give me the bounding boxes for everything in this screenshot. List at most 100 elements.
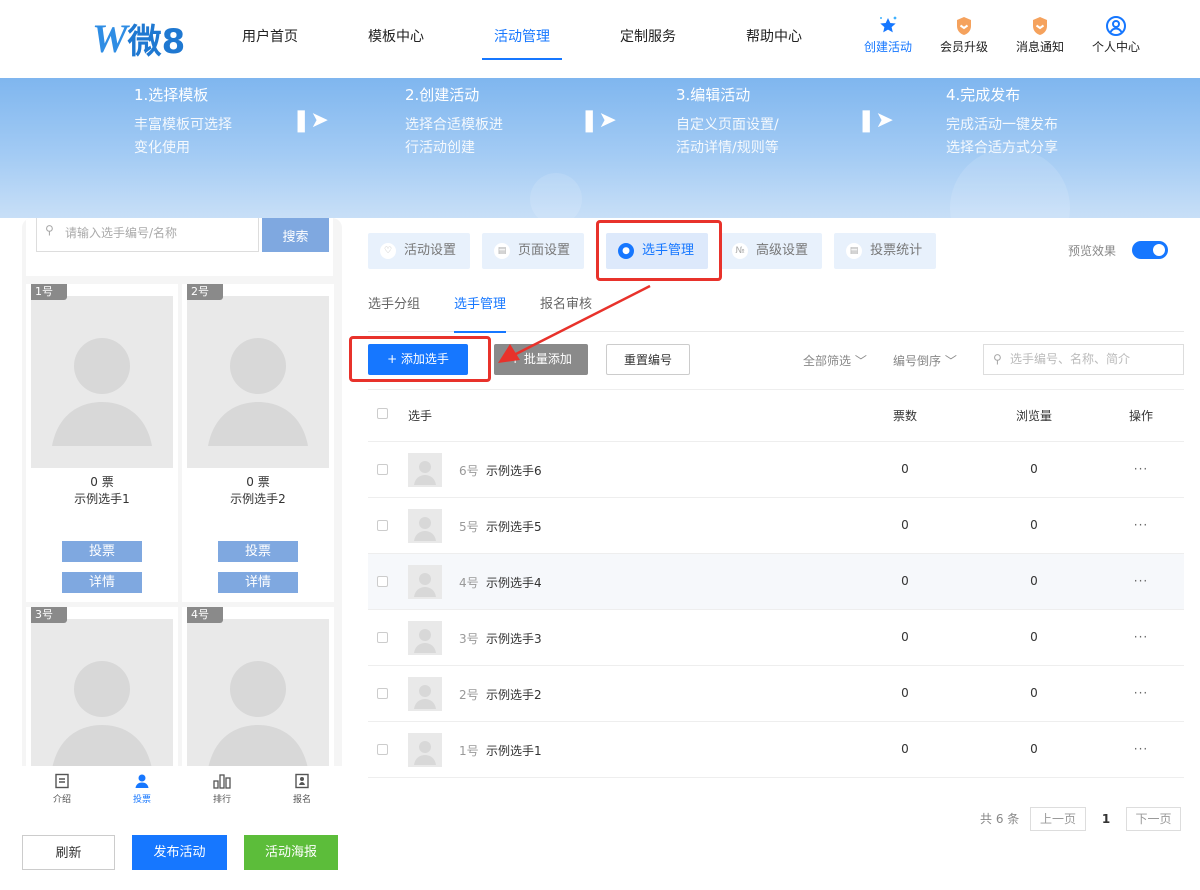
player-votes: 0 [901, 518, 909, 532]
player-photo-placeholder [31, 296, 173, 468]
tab-page-settings[interactable]: ▤ 页面设置 [482, 233, 585, 269]
more-actions-icon[interactable]: ··· [1126, 518, 1156, 532]
player-search-placeholder: 选手编号、名称、简介 [1010, 352, 1131, 366]
btab-intro-label: 介绍 [52, 795, 71, 805]
player-views: 0 [1030, 742, 1038, 756]
step-arrow-icon: ❚➤ [292, 108, 329, 133]
vote-button[interactable]: 投票 [62, 541, 142, 562]
nav-home[interactable]: 用户首页 [230, 0, 310, 78]
step-2: 2.创建活动 选择合适模板进 行活动创建 [405, 82, 503, 160]
logo[interactable]: W 微8 [92, 15, 186, 62]
player-vote-count: 0 票 [90, 475, 114, 489]
vote-button[interactable]: 投票 [218, 541, 298, 562]
player-number-badge: 3号 [31, 607, 67, 623]
prev-page-button[interactable]: 上一页 [1030, 807, 1086, 831]
btab-vote[interactable]: 投票 [102, 766, 182, 810]
logo-w-mark: W [92, 15, 128, 61]
activity-poster-button[interactable]: 活动海报 [244, 835, 338, 870]
tab-vote-stats[interactable]: ▤ 投票统计 [834, 233, 937, 269]
player-search-input[interactable]: ⚲ 选手编号、名称、简介 [983, 344, 1184, 375]
preview-search-input[interactable]: ⚲ 请输入选手编号/名称 [36, 218, 259, 252]
nav-custom-service[interactable]: 定制服务 [608, 0, 688, 78]
btab-intro[interactable]: 介绍 [22, 766, 102, 810]
detail-button[interactable]: 详情 [62, 572, 142, 593]
publish-activity-button[interactable]: 发布活动 [132, 835, 227, 870]
btab-signup[interactable]: 报名 [262, 766, 342, 810]
nav-activity-management[interactable]: 活动管理 [482, 0, 562, 78]
step-4: 4.完成发布 完成活动一键发布 选择合适方式分享 [946, 82, 1058, 160]
row-checkbox[interactable] [377, 576, 388, 587]
player-name: 示例选手1 [486, 744, 542, 758]
profile-link[interactable]: 个人中心 [1078, 14, 1154, 55]
logo-text: 微8 [127, 21, 186, 62]
refresh-button[interactable]: 刷新 [22, 835, 115, 870]
player-name: 示例选手5 [486, 520, 542, 534]
nav-help[interactable]: 帮助中心 [734, 0, 814, 78]
table-row[interactable]: 2号 示例选手2 0 0 ··· [368, 666, 1184, 722]
preview-effect-toggle[interactable] [1132, 241, 1168, 259]
avatar [408, 453, 442, 487]
nav-templates[interactable]: 模板中心 [356, 0, 436, 78]
player-card[interactable]: 2号 0 票 示例选手2 投票 详情 [182, 284, 334, 602]
player-name: 示例选手6 [486, 464, 542, 478]
filter-dropdown[interactable]: 全部筛选 ﹀ [803, 352, 867, 369]
player-views: 0 [1030, 462, 1038, 476]
annotation-highlight-box [596, 220, 722, 281]
more-actions-icon[interactable]: ··· [1126, 630, 1156, 644]
table-row[interactable]: 6号 示例选手6 0 0 ··· [368, 442, 1184, 498]
table-row[interactable]: 1号 示例选手1 0 0 ··· [368, 722, 1184, 778]
player-name: 示例选手2 [230, 492, 286, 506]
decor-bubble [530, 173, 582, 218]
player-views: 0 [1030, 518, 1038, 532]
create-activity-label: 创建活动 [863, 40, 912, 54]
pagination-total: 共 6 条 [980, 812, 1020, 826]
step-1: 1.选择模板 丰富模板可选择 变化使用 [134, 82, 232, 160]
table-row[interactable]: 4号 示例选手4 0 0 ··· [368, 554, 1184, 610]
select-all-checkbox[interactable] [377, 408, 388, 419]
more-actions-icon[interactable]: ··· [1126, 686, 1156, 700]
subtab-player-groups[interactable]: 选手分组 [368, 290, 420, 332]
current-page[interactable]: 1 [1100, 807, 1112, 831]
member-upgrade-link[interactable]: 会员升级 [926, 14, 1002, 55]
step-arrow-icon: ❚➤ [580, 108, 617, 133]
row-checkbox[interactable] [377, 688, 388, 699]
player-vote-info: 0 票 示例选手2 [182, 474, 334, 508]
player-vote-count: 0 票 [246, 475, 270, 489]
row-checkbox[interactable] [377, 744, 388, 755]
btab-ranking[interactable]: 排行 [182, 766, 262, 810]
preview-search-button[interactable]: 搜索 [262, 218, 329, 252]
table-row[interactable]: 5号 示例选手5 0 0 ··· [368, 498, 1184, 554]
tab-advanced-settings[interactable]: № 高级设置 [720, 233, 823, 269]
row-checkbox[interactable] [377, 520, 388, 531]
more-actions-icon[interactable]: ··· [1126, 574, 1156, 588]
signup-form-icon [262, 770, 342, 792]
table-row[interactable]: 3号 示例选手3 0 0 ··· [368, 610, 1184, 666]
sort-dropdown[interactable]: 编号倒序 ﹀ [893, 352, 957, 369]
search-icon: ⚲ [993, 352, 1002, 366]
tab-activity-settings[interactable]: ♡ 活动设置 [368, 233, 471, 269]
shield-badge-icon [926, 14, 1002, 38]
star-sparkle-icon [850, 14, 926, 38]
player-name: 示例选手3 [486, 632, 542, 646]
row-checkbox[interactable] [377, 632, 388, 643]
user-icon [102, 770, 182, 792]
more-actions-icon[interactable]: ··· [1126, 742, 1156, 756]
player-number: 1号 [459, 744, 479, 758]
document-icon [22, 770, 102, 792]
player-table: 选手 票数 浏览量 操作 6号 示例选手6 0 0 ··· 5号 示例选手5 0… [368, 390, 1184, 778]
player-card[interactable]: 1号 0 票 示例选手1 投票 详情 [26, 284, 178, 602]
player-name: 示例选手4 [486, 576, 542, 590]
more-actions-icon[interactable]: ··· [1126, 462, 1156, 476]
shield-badge-icon [1002, 14, 1078, 38]
preview-bottom-tabs: 介绍 投票 排行 报名 [22, 766, 342, 810]
btab-signup-label: 报名 [292, 795, 311, 805]
next-page-button[interactable]: 下一页 [1126, 807, 1181, 831]
btab-ranking-label: 排行 [212, 795, 231, 805]
detail-button[interactable]: 详情 [218, 572, 298, 593]
notifications-link[interactable]: 消息通知 [1002, 14, 1078, 55]
row-checkbox[interactable] [377, 464, 388, 475]
preview-effect-label: 预览效果 [1068, 244, 1117, 258]
avatar [408, 621, 442, 655]
step-3: 3.编辑活动 自定义页面设置/活动详情/规则等 [676, 82, 779, 160]
create-activity-link[interactable]: 创建活动 [850, 14, 926, 55]
